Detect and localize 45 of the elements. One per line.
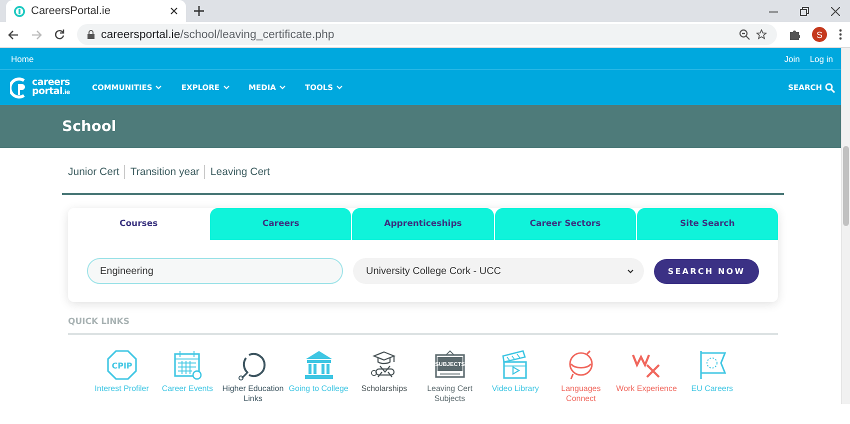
quick-link[interactable]: Higher Education Links <box>220 384 285 404</box>
course-search-field[interactable]: Engineering <box>87 258 343 284</box>
search-icon <box>825 82 835 92</box>
close-icon[interactable] <box>170 7 178 15</box>
star-icon[interactable] <box>756 29 767 40</box>
subnav-link[interactable]: Junior Cert <box>68 166 124 178</box>
reload-icon[interactable] <box>54 29 65 40</box>
account-link[interactable]: Join <box>784 54 800 64</box>
search-tab[interactable]: Apprenticeships <box>352 208 494 240</box>
badge-icon: CPIP <box>104 349 139 381</box>
close-icon[interactable] <box>831 6 840 16</box>
profile-avatar[interactable]: S <box>812 27 827 42</box>
site-favicon-icon <box>14 6 25 16</box>
quick-link[interactable]: Scholarships <box>361 384 408 394</box>
section-heading: QUICK LINKS <box>68 317 130 327</box>
back-icon[interactable] <box>8 30 19 40</box>
search-tab[interactable]: Site Search <box>636 208 778 240</box>
zoom-icon[interactable] <box>739 29 750 40</box>
puzzle-icon[interactable] <box>789 29 800 40</box>
home-link[interactable]: Home <box>11 54 34 64</box>
account-link[interactable]: Log in <box>810 54 833 64</box>
search-now-button[interactable]: SEARCH NOW <box>654 258 759 284</box>
chevron-icon <box>278 85 286 90</box>
scrollbar[interactable] <box>841 48 850 404</box>
chevron-icon <box>222 85 230 90</box>
chevron-icon <box>336 85 344 90</box>
new-tab-icon[interactable] <box>194 6 204 16</box>
chevron-icon <box>155 85 162 90</box>
address-bar[interactable]: careersportal.ie/school/leaving_certificate.php <box>77 24 777 45</box>
subnav-link[interactable]: Transition year <box>125 166 204 178</box>
lock-icon <box>87 30 95 39</box>
menu-icon[interactable] <box>839 29 842 40</box>
search-tab[interactable]: Careers <box>210 208 352 240</box>
college-dropdown[interactable]: University College Cork - UCC <box>353 258 644 284</box>
page-title: School <box>62 118 116 134</box>
browser-tab[interactable]: CareersPortal.ie <box>6 0 186 22</box>
search-tab[interactable]: Career Sectors <box>494 208 636 240</box>
chevron-icon <box>627 268 634 274</box>
quick-link[interactable]: Leaving Cert Subjects <box>418 384 482 404</box>
quick-link[interactable]: Languages Connect <box>548 384 613 404</box>
url-text: careersportal.ie/school/leaving_certificate.php <box>101 28 334 40</box>
tab-title: CareersPortal.ie <box>31 5 112 17</box>
restore-icon[interactable] <box>800 6 809 16</box>
quick-link[interactable]: Work Experience <box>616 384 677 394</box>
subnav-link[interactable]: Leaving Cert <box>205 166 275 178</box>
